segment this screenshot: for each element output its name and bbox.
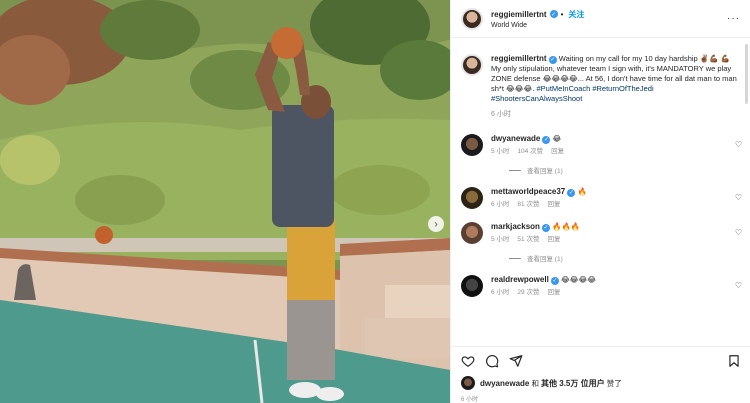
comment-like-icon[interactable]: ♡ [735, 193, 742, 202]
comment-body: mettaworldpeace37 ✓ 🔥 6 小时 81 次赞 回复 [491, 187, 740, 210]
comment-body: markjackson ✓ 🔥🔥🔥 5 小时 51 次赞 回复 [491, 222, 740, 245]
comment-username[interactable]: realdrewpowell [491, 275, 549, 284]
verified-icon: ✓ [542, 224, 551, 232]
comment-item: dwyanewade ✓ 😂 5 小时 104 次赞 回复 ♡ [451, 134, 750, 157]
comment-likes[interactable]: 81 次赞 [517, 200, 539, 210]
comment-avatar[interactable] [461, 187, 483, 209]
post-caption: reggiemillertnt ✓ Waiting on my call for… [451, 38, 750, 120]
comment-text: 🔥 [577, 187, 587, 196]
replies-line [509, 257, 521, 259]
caption-time[interactable]: 6 小时 [491, 110, 740, 120]
action-icons [461, 354, 741, 368]
comment-item: mettaworldpeace37 ✓ 🔥 6 小时 81 次赞 回复 ♡ [451, 187, 750, 210]
comment-avatar[interactable] [461, 275, 483, 297]
caption-body: reggiemillertnt ✓ Waiting on my call for… [491, 54, 740, 120]
comment-reply-button[interactable]: 回复 [551, 147, 564, 157]
share-icon[interactable] [509, 354, 523, 368]
verified-icon: ✓ [567, 189, 576, 197]
comment-item: markjackson ✓ 🔥🔥🔥 5 小时 51 次赞 回复 ♡ [451, 222, 750, 245]
comment-avatar[interactable] [461, 134, 483, 156]
comment-reply-button[interactable]: 回复 [547, 235, 560, 245]
likes-others-link[interactable]: 其他 3.5万 位用户 [541, 379, 605, 388]
liker-avatar[interactable] [461, 376, 475, 390]
video-frame-illustration [0, 0, 450, 403]
likes-summary: dwyanewade 和 其他 3.5万 位用户 赞了 [461, 376, 741, 390]
like-icon[interactable] [461, 354, 475, 368]
comment-username[interactable]: mettaworldpeace37 [491, 187, 565, 196]
comment-avatar[interactable] [461, 222, 483, 244]
caption-username[interactable]: reggiemillertnt [491, 54, 547, 63]
comment-text: 🔥🔥🔥 [552, 222, 581, 231]
post-actions: dwyanewade 和 其他 3.5万 位用户 赞了 6 小时 [451, 346, 750, 403]
comments-scrollbar[interactable] [745, 44, 748, 104]
save-icon[interactable] [727, 354, 741, 368]
author-row: reggiemillertnt ✓ • 关注 [491, 9, 727, 20]
comment-body: realdrewpowell ✓ 😂😂😂😂 6 小时 29 次赞 回复 [491, 275, 740, 298]
post-header: reggiemillertnt ✓ • 关注 World Wide ··· [451, 0, 750, 38]
follow-button[interactable]: 关注 [568, 9, 584, 20]
view-replies-label: 查看回复 (1) [527, 168, 563, 175]
comment-username[interactable]: markjackson [491, 222, 540, 231]
caption-avatar[interactable] [461, 54, 483, 76]
verified-icon: ✓ [549, 10, 558, 18]
comment-meta: 5 小时 51 次赞 回复 [491, 235, 740, 245]
comment-like-icon[interactable]: ♡ [735, 281, 742, 290]
post-side-panel: reggiemillertnt ✓ • 关注 World Wide ··· re… [450, 0, 750, 403]
post-location[interactable]: World Wide [491, 22, 727, 29]
comment-like-icon[interactable]: ♡ [735, 140, 742, 149]
view-replies-button[interactable]: 查看回复 (1) [509, 165, 750, 175]
comment-meta: 5 小时 104 次赞 回复 [491, 147, 740, 157]
likes-suffix: 赞了 [604, 378, 622, 388]
comment-time[interactable]: 6 小时 [491, 200, 509, 210]
comment-text: 😂 [552, 134, 562, 143]
post-video[interactable]: › [0, 0, 450, 403]
separator-dot: • [560, 9, 564, 19]
comment-icon[interactable] [485, 354, 499, 368]
comment-meta: 6 小时 81 次赞 回复 [491, 200, 740, 210]
caption-text-1: Waiting on my call for my 10 day hardshi… [558, 54, 719, 63]
comment-body: dwyanewade ✓ 😂 5 小时 104 次赞 回复 [491, 134, 740, 157]
verified-icon: ✓ [542, 136, 551, 144]
comment-text: 😂😂😂😂 [560, 275, 597, 284]
verified-icon: ✓ [548, 56, 557, 64]
comment-username[interactable]: dwyanewade [491, 134, 540, 143]
replies-line [509, 169, 521, 171]
author-avatar[interactable] [461, 7, 483, 30]
more-options-icon[interactable]: ··· [727, 13, 740, 24]
view-replies-button[interactable]: 查看回复 (1) [509, 253, 750, 263]
likes-conjunction: 和 [529, 378, 542, 388]
view-replies-label: 查看回复 (1) [527, 256, 563, 263]
comment-likes[interactable]: 51 次赞 [517, 235, 539, 245]
comment-time[interactable]: 6 小时 [491, 288, 509, 298]
instagram-post-modal: › reggiemillertnt ✓ • 关注 World Wide ··· … [0, 0, 750, 403]
post-timestamp[interactable]: 6 小时 [461, 394, 741, 403]
author-info: reggiemillertnt ✓ • 关注 World Wide [491, 9, 727, 29]
comment-meta: 6 小时 29 次赞 回复 [491, 288, 740, 298]
author-username[interactable]: reggiemillertnt [491, 10, 547, 19]
comment-reply-button[interactable]: 回复 [547, 288, 560, 298]
comment-time[interactable]: 5 小时 [491, 147, 509, 157]
next-slide-button[interactable]: › [428, 216, 444, 232]
liker-username[interactable]: dwyanewade [480, 379, 529, 388]
comment-reply-button[interactable]: 回复 [547, 200, 560, 210]
comment-item: realdrewpowell ✓ 😂😂😂😂 6 小时 29 次赞 回复 ♡ [451, 275, 750, 298]
comment-like-icon[interactable]: ♡ [735, 228, 742, 237]
verified-icon: ✓ [550, 277, 559, 285]
comment-time[interactable]: 5 小时 [491, 235, 509, 245]
comment-likes[interactable]: 29 次赞 [517, 288, 539, 298]
comment-likes[interactable]: 104 次赞 [517, 147, 543, 157]
